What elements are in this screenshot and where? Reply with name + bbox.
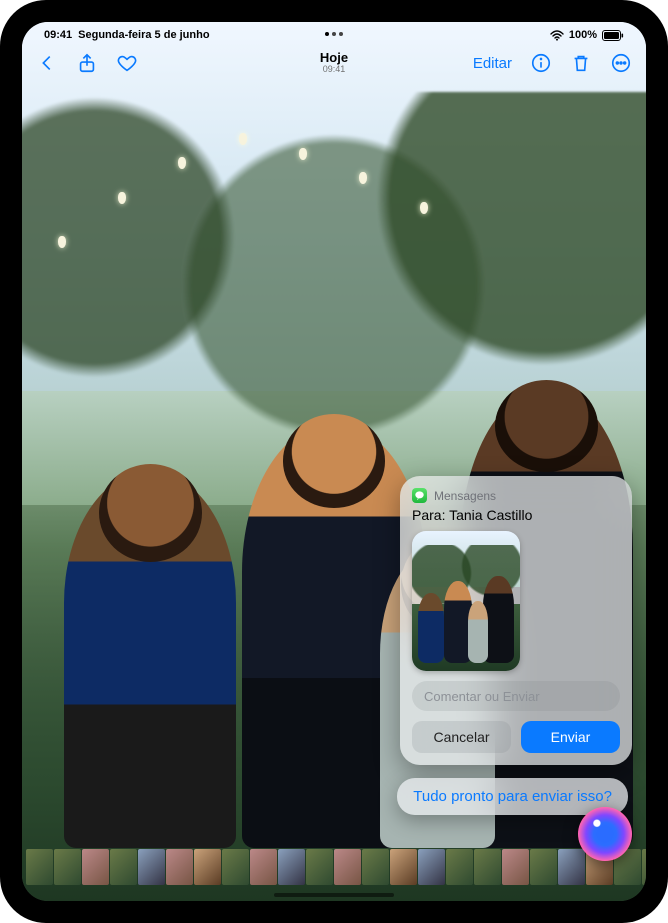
siri-photo-thumbnail[interactable] (412, 531, 520, 671)
share-button[interactable] (76, 52, 98, 74)
thumbnail[interactable] (418, 849, 445, 885)
messages-app-icon (412, 488, 427, 503)
favorite-button[interactable] (116, 52, 138, 74)
siri-to-name: Tania Castillo (449, 507, 532, 523)
thumbnail[interactable] (558, 849, 585, 885)
thumbnail[interactable] (138, 849, 165, 885)
thumbnail-strip[interactable] (22, 849, 646, 885)
thumbnail[interactable] (530, 849, 557, 885)
status-date: Segunda-feira 5 de junho (78, 29, 209, 41)
siri-to-label: Para: (412, 507, 445, 523)
status-bar: 09:41 Segunda-feira 5 de junho 100% (22, 26, 646, 44)
siri-comment-input[interactable] (412, 681, 620, 711)
thumbnail[interactable] (250, 849, 277, 885)
thumbnail[interactable] (446, 849, 473, 885)
thumbnail[interactable] (362, 849, 389, 885)
siri-to-line: Para: Tania Castillo (412, 507, 620, 523)
thumbnail[interactable] (194, 849, 221, 885)
battery-icon (602, 30, 624, 41)
edit-button[interactable]: Editar (473, 55, 512, 72)
back-button[interactable] (36, 52, 58, 74)
more-button[interactable] (610, 52, 632, 74)
thumbnail[interactable] (334, 849, 361, 885)
delete-button[interactable] (570, 52, 592, 74)
siri-send-button[interactable]: Enviar (521, 721, 620, 753)
wifi-icon (550, 30, 564, 41)
screen: 09:41 Segunda-feira 5 de junho 100% (22, 22, 646, 901)
toolbar-title-group: Hoje 09:41 (320, 51, 348, 75)
thumbnail[interactable] (306, 849, 333, 885)
photos-toolbar: Hoje 09:41 Editar (22, 46, 646, 80)
toolbar-subtitle: 09:41 (320, 65, 348, 75)
status-time: 09:41 (44, 29, 72, 41)
thumbnail[interactable] (642, 849, 646, 885)
siri-orb[interactable] (578, 807, 632, 861)
thumbnail[interactable] (166, 849, 193, 885)
thumbnail[interactable] (110, 849, 137, 885)
info-button[interactable] (530, 52, 552, 74)
thumbnail[interactable] (54, 849, 81, 885)
ipad-frame: 09:41 Segunda-feira 5 de junho 100% (0, 0, 668, 923)
toolbar-title: Hoje (320, 51, 348, 65)
thumbnail[interactable] (390, 849, 417, 885)
siri-app-name: Mensagens (434, 489, 496, 503)
home-indicator[interactable] (274, 893, 394, 897)
multitask-dots[interactable] (325, 32, 343, 36)
thumbnail[interactable] (26, 849, 53, 885)
thumbnail[interactable] (502, 849, 529, 885)
thumbnail[interactable] (278, 849, 305, 885)
thumbnail[interactable] (82, 849, 109, 885)
battery-percent: 100% (569, 29, 597, 41)
thumbnail[interactable] (222, 849, 249, 885)
siri-messages-card: Mensagens Para: Tania Castillo Cancelar … (400, 476, 632, 765)
siri-cancel-button[interactable]: Cancelar (412, 721, 511, 753)
photo-background (22, 22, 646, 901)
thumbnail[interactable] (474, 849, 501, 885)
